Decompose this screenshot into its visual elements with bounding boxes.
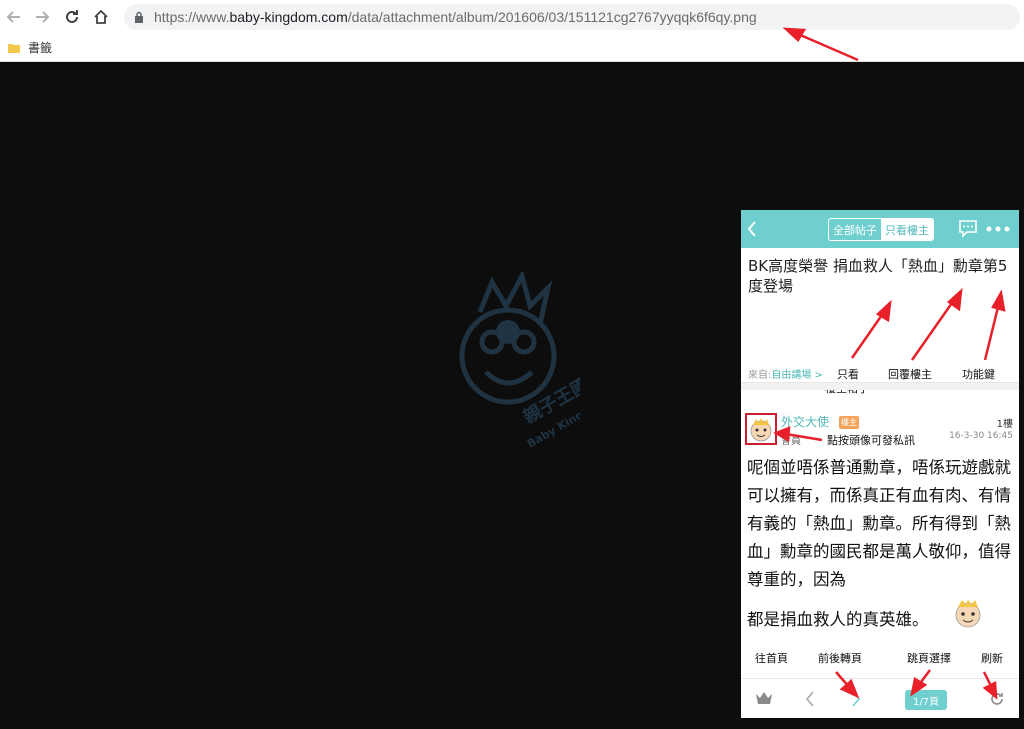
arrow-left-icon: [6, 11, 20, 23]
post-body: 呢個並唔係普通勳章，唔係玩遊戲就可以擁有，而係真正有血有肉、有情有義的「熱血」勳…: [747, 458, 1011, 589]
callout-home: 往首頁: [755, 652, 788, 665]
back-button[interactable]: [1, 4, 27, 30]
refresh-icon[interactable]: [989, 691, 1005, 707]
op-badge: 樓主: [839, 416, 859, 429]
chevron-left-icon[interactable]: [805, 691, 815, 707]
chevron-left-icon[interactable]: [747, 221, 757, 237]
floor-number: 1樓: [996, 419, 1013, 430]
bookmark-folder-label: 書籤: [28, 41, 53, 55]
pagination-bar: 1/7頁: [741, 678, 1019, 718]
reload-button[interactable]: [59, 4, 85, 30]
thread-header: 全部帖子 只看樓主: [741, 210, 1019, 248]
address-bar[interactable]: https://www.baby-kingdom.com/data/attach…: [124, 4, 1020, 30]
home-button[interactable]: [88, 4, 114, 30]
crown-icon[interactable]: [755, 691, 773, 705]
bookmarks-bar: 書籤: [0, 34, 1024, 62]
tab-op-only[interactable]: 只看樓主: [881, 219, 933, 240]
callout-jump-page: 跳頁選擇: [907, 652, 951, 665]
baby-face-icon: [750, 418, 772, 442]
browser-toolbar: https://www.baby-kingdom.com/data/attach…: [0, 0, 1024, 34]
callout-avatar-tip: 點按頭像可發私訊: [827, 434, 915, 447]
lock-icon: [135, 11, 143, 23]
chevron-right-icon[interactable]: [851, 691, 861, 707]
forward-button[interactable]: [29, 4, 55, 30]
page: https://www.baby-kingdom.com/data/attach…: [0, 0, 1024, 729]
phone-screenshot: 全部帖子 只看樓主 BK高度榮譽 捐血救人「熱血」勳章第5度登場 來自:自由講場…: [741, 210, 1019, 718]
more-dots-icon[interactable]: [986, 226, 1010, 232]
folder-icon: [8, 43, 20, 53]
reload-icon: [66, 10, 78, 23]
callout-refresh: 刷新: [981, 652, 1003, 665]
thread-filter-toggle: 全部帖子 只看樓主: [828, 218, 934, 241]
callout-reply-op: 回覆樓主: [888, 368, 932, 381]
post-body-last-line: 都是捐血救人的真英雄。: [747, 610, 929, 629]
callout-prev-next: 前後轉頁: [818, 652, 862, 665]
tab-all-posts[interactable]: 全部帖子: [829, 219, 881, 240]
callout-function-keys: 功能鍵: [962, 368, 995, 381]
post-title: BK高度榮譽 捐血救人「熱血」勳章第5度登場: [748, 257, 1008, 295]
username[interactable]: 外交大使: [781, 413, 829, 430]
arrow-right-icon: [36, 11, 50, 23]
baby-kingdom-watermark: 親子王國 Baby Kingdom: [459, 272, 580, 451]
forum-link[interactable]: 自由講場 >: [771, 370, 823, 381]
baby-emoji-icon: [955, 599, 981, 628]
home-icon: [94, 9, 108, 24]
speech-bubble-icon[interactable]: [958, 218, 978, 238]
post-source: 來自:自由講場 >: [748, 370, 823, 381]
bookmark-folder[interactable]: 書籤: [8, 39, 52, 56]
page-jump-button[interactable]: 1/7頁: [905, 690, 947, 710]
avatar[interactable]: [745, 413, 777, 445]
post-timestamp: 16-3-30 16:45: [949, 431, 1013, 441]
url-text: https://www.baby-kingdom.com/data/attach…: [154, 9, 757, 25]
member-role: 會員: [781, 436, 801, 447]
section-divider: [741, 382, 1019, 390]
